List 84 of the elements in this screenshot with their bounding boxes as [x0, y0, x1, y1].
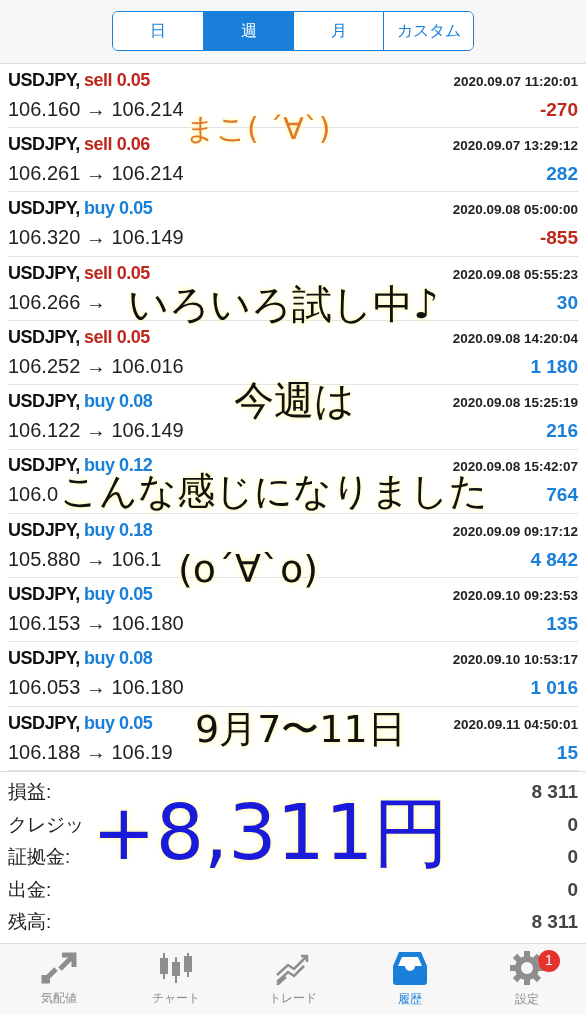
order-type: buy 0.05	[83, 583, 153, 606]
summary-value: 8 311	[531, 910, 578, 934]
order-type: buy 0.05	[83, 711, 153, 735]
price-change: 106.188 → 106.19	[8, 739, 173, 765]
symbol: USDJPY,	[8, 325, 80, 349]
arrows-icon	[39, 950, 78, 985]
handwritten-note: 9月7〜11日	[195, 710, 406, 748]
price-change: 106.122 → 106.149	[8, 418, 184, 444]
order-type: sell 0.05	[83, 325, 150, 349]
price-change: 106.160 → 106.214	[8, 96, 184, 122]
nav-tab[interactable]: 設定 1	[468, 943, 586, 1014]
symbol: USDJPY,	[8, 647, 80, 671]
handwritten-note: +8,311円	[92, 795, 450, 871]
deal-profit: 4 842	[530, 547, 578, 572]
nav-tab[interactable]: 気配値	[0, 943, 118, 1014]
deal-time: 2020.09.07 11:20:01	[453, 72, 578, 91]
summary-label: 証拠金:	[8, 845, 71, 869]
symbol: USDJPY,	[8, 68, 80, 92]
symbol: USDJPY,	[8, 261, 80, 285]
summary-label: 残高:	[8, 910, 52, 934]
deal-profit: 135	[546, 612, 578, 636]
deal-profit: -270	[539, 97, 578, 122]
deal-time: 2020.09.08 15:25:19	[452, 394, 578, 413]
order-type: buy 0.12	[83, 454, 153, 476]
price-change: 106.320 → 106.149	[8, 225, 184, 251]
price-change: 106.252 → 106.016	[8, 353, 184, 379]
period-tab[interactable]: 日	[113, 12, 203, 51]
deal-time: 2020.09.09 09:17:12	[452, 522, 578, 541]
deal-time: 2020.09.10 09:23:53	[452, 587, 578, 605]
symbol: USDJPY,	[8, 197, 80, 221]
order-type: sell 0.05	[83, 68, 150, 92]
symbol: USDJPY,	[8, 132, 80, 156]
period-tab[interactable]: カスタム	[383, 12, 473, 51]
nav-tab[interactable]: 履歴	[351, 943, 469, 1014]
price-change: 106.266 →	[8, 289, 106, 315]
summary-value: 0	[567, 812, 578, 837]
summary-label: 損益:	[8, 780, 52, 804]
order-type: buy 0.08	[83, 390, 153, 414]
deal-profit: 1 016	[530, 676, 578, 701]
deal-profit: 1 180	[530, 354, 578, 379]
deal-time: 2020.09.11 04:50:01	[453, 715, 578, 734]
symbol: USDJPY,	[8, 454, 80, 478]
symbol: USDJPY,	[8, 583, 80, 606]
summary-label: 出金:	[8, 877, 52, 902]
deal-profit: 764	[546, 483, 578, 508]
deal-time: 2020.09.08 05:00:00	[452, 201, 578, 220]
symbol: USDJPY,	[8, 390, 80, 414]
price-change: 106.0	[8, 482, 59, 508]
summary-value: 0	[567, 877, 578, 902]
inbox-icon	[391, 949, 430, 986]
price-change: 106.053 → 106.180	[8, 675, 184, 701]
handwritten-note: いろいろ試し中♪	[128, 284, 439, 324]
handwritten-note: まこ( ´∀`)	[185, 114, 331, 144]
symbol: USDJPY,	[8, 711, 80, 735]
nav-tab[interactable]: チャート	[117, 943, 235, 1014]
deal-profit: 30	[556, 290, 578, 315]
deal-time: 2020.09.07 13:29:12	[452, 136, 578, 155]
deal-profit: 15	[556, 740, 578, 765]
candlestick-icon	[157, 950, 194, 985]
price-change: 106.153 → 106.180	[8, 611, 184, 636]
deal-profit: 282	[546, 161, 578, 186]
order-type: buy 0.05	[83, 197, 153, 221]
handwritten-note: (o´∀`o)	[178, 550, 319, 588]
period-tab[interactable]: 週	[203, 12, 293, 51]
symbol: USDJPY,	[8, 518, 80, 542]
handwritten-note: 今週は	[234, 380, 355, 420]
price-change: 105.880 → 106.1	[8, 546, 162, 572]
summary-label: クレジッ	[8, 812, 84, 837]
deal-time: 2020.09.08 14:20:04	[452, 329, 578, 348]
summary-value: 0	[567, 845, 578, 869]
order-type: sell 0.06	[83, 132, 150, 156]
summary-value: 8 311	[531, 780, 578, 804]
deal-time: 2020.09.10 10:53:17	[452, 651, 578, 670]
deal-profit: 216	[546, 419, 578, 444]
deal-time: 2020.09.08 05:55:23	[452, 265, 578, 284]
notification-badge: 1	[538, 949, 560, 972]
deal-profit: -855	[539, 226, 578, 251]
order-type: buy 0.08	[83, 647, 153, 671]
period-tab[interactable]: 月	[293, 12, 383, 51]
nav-tab[interactable]: トレード	[234, 943, 352, 1014]
price-change: 106.261 → 106.214	[8, 160, 184, 186]
deal-time: 2020.09.08 15:42:07	[452, 458, 578, 476]
order-type: buy 0.18	[83, 518, 153, 542]
order-type: sell 0.05	[83, 261, 150, 285]
